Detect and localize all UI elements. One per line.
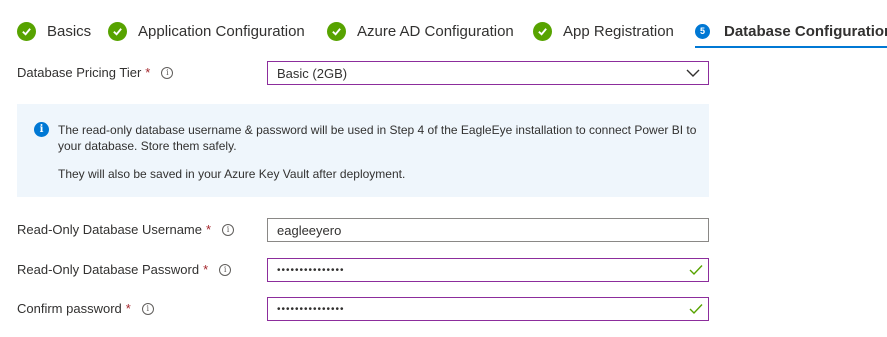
valid-check-icon [689,265,703,276]
confirm-password-label: Confirm password * i [17,301,154,316]
tab-label: App Registration [563,22,674,40]
password-field[interactable]: ••••••••••••••• [267,258,709,282]
confirm-password-row: Confirm password * i ••••••••••••••• [17,297,709,323]
username-label: Read-Only Database Username * i [17,222,235,237]
info-icon[interactable]: i [219,263,232,276]
tab-app-registration[interactable]: App Registration [533,16,674,48]
info-message-box: i The read-only database username & pass… [17,104,709,197]
tab-label: Azure AD Configuration [357,22,514,40]
password-row: Read-Only Database Password * i ••••••••… [17,258,709,284]
required-marker: * [203,262,209,277]
step-number-badge: 5 [695,23,710,39]
tab-azure-ad-configuration[interactable]: Azure AD Configuration [327,16,514,48]
checkmark-icon [533,21,552,41]
tab-label: Basics [47,22,92,40]
wizard-tabs: Basics Application Configuration Azure A… [0,0,887,48]
pricing-tier-row: Database Pricing Tier * i Basic (2GB) [17,61,709,87]
tab-label: Application Configuration [138,22,305,40]
info-icon[interactable]: i [161,66,174,79]
checkmark-icon [108,21,127,41]
required-marker: * [125,301,131,316]
info-icon[interactable]: i [141,302,154,315]
tab-database-configuration[interactable]: 5 Database Configuration [695,16,887,48]
info-text-primary: The read-only database username & passwo… [58,123,697,153]
required-marker: * [145,65,151,80]
username-value: eagleeyero [277,222,342,238]
info-text-secondary: They will also be saved in your Azure Ke… [58,167,406,181]
info-circle-icon: i [34,122,49,137]
confirm-password-value: ••••••••••••••• [277,303,345,315]
required-marker: * [205,222,212,237]
confirm-password-field[interactable]: ••••••••••••••• [267,297,709,321]
pricing-tier-dropdown[interactable]: Basic (2GB) [267,61,709,85]
username-field[interactable]: eagleeyero [267,218,709,242]
pricing-tier-label: Database Pricing Tier * i [17,65,174,80]
tab-basics[interactable]: Basics [17,16,91,48]
pricing-tier-value: Basic (2GB) [277,65,348,81]
tab-label: Database Configuration [724,22,887,40]
password-label: Read-Only Database Password * i [17,262,232,277]
chevron-down-icon [686,69,700,77]
tab-application-configuration[interactable]: Application Configuration [108,16,305,48]
wizard-page: Basics Application Configuration Azure A… [0,0,887,337]
checkmark-icon [17,21,36,41]
checkmark-icon [327,21,346,41]
valid-check-icon [689,304,703,315]
info-icon[interactable]: i [222,223,235,236]
password-value: ••••••••••••••• [277,264,345,276]
username-row: Read-Only Database Username * i eagleeye… [17,218,709,244]
